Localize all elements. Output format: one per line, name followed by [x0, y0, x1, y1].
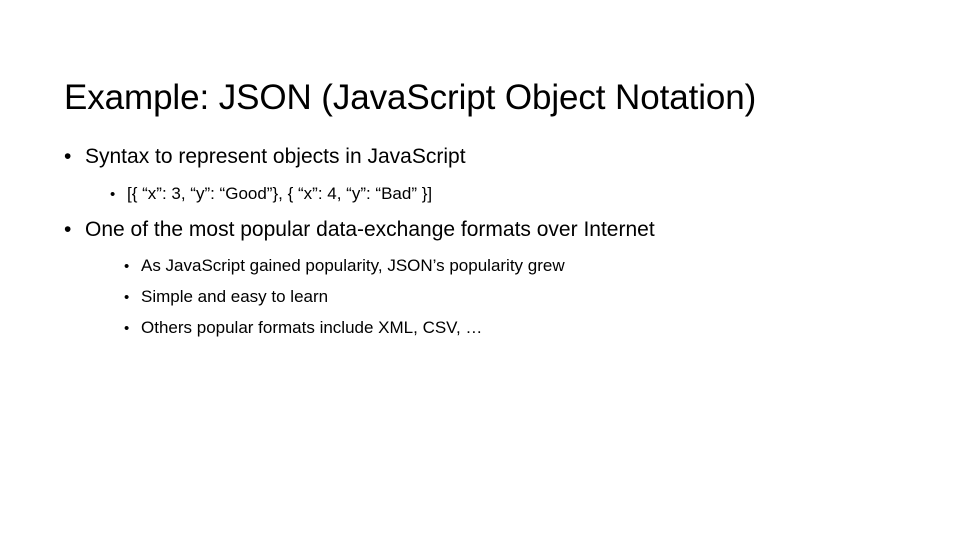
- bullet-marker-icon: •: [124, 289, 130, 306]
- list-item-label: Simple and easy to learn: [141, 287, 329, 306]
- list-item: • Simple and easy to learn: [124, 288, 904, 305]
- bullet-marker-icon: •: [110, 186, 116, 203]
- list-item: • As JavaScript gained popularity, JSON’…: [124, 257, 904, 274]
- bullet-marker-icon: •: [64, 218, 72, 241]
- bullet-marker-icon: •: [124, 320, 130, 337]
- list-item-label: Syntax to represent objects in JavaScrip…: [85, 145, 466, 168]
- list-item: • Syntax to represent objects in JavaScr…: [64, 146, 904, 169]
- list-item-label: Others popular formats include XML, CSV,…: [141, 318, 483, 337]
- list-item: • [{ “x”: 3, “y”: “Good”}, { “x”: 4, “y”…: [110, 185, 904, 202]
- list-item: • One of the most popular data-exchange …: [64, 219, 904, 242]
- list-item-label: [{ “x”: 3, “y”: “Good”}, { “x”: 4, “y”: …: [127, 184, 433, 203]
- slide-body-content: • Syntax to represent objects in JavaScr…: [64, 146, 904, 336]
- bullet-marker-icon: •: [124, 258, 130, 275]
- slide-canvas: Example: JSON (JavaScript Object Notatio…: [0, 0, 960, 540]
- list-item-label: As JavaScript gained popularity, JSON’s …: [141, 256, 565, 275]
- list-item-label: One of the most popular data-exchange fo…: [85, 218, 655, 241]
- list-item: • Others popular formats include XML, CS…: [124, 319, 904, 336]
- bullet-marker-icon: •: [64, 145, 72, 168]
- page-title: Example: JSON (JavaScript Object Notatio…: [64, 78, 757, 118]
